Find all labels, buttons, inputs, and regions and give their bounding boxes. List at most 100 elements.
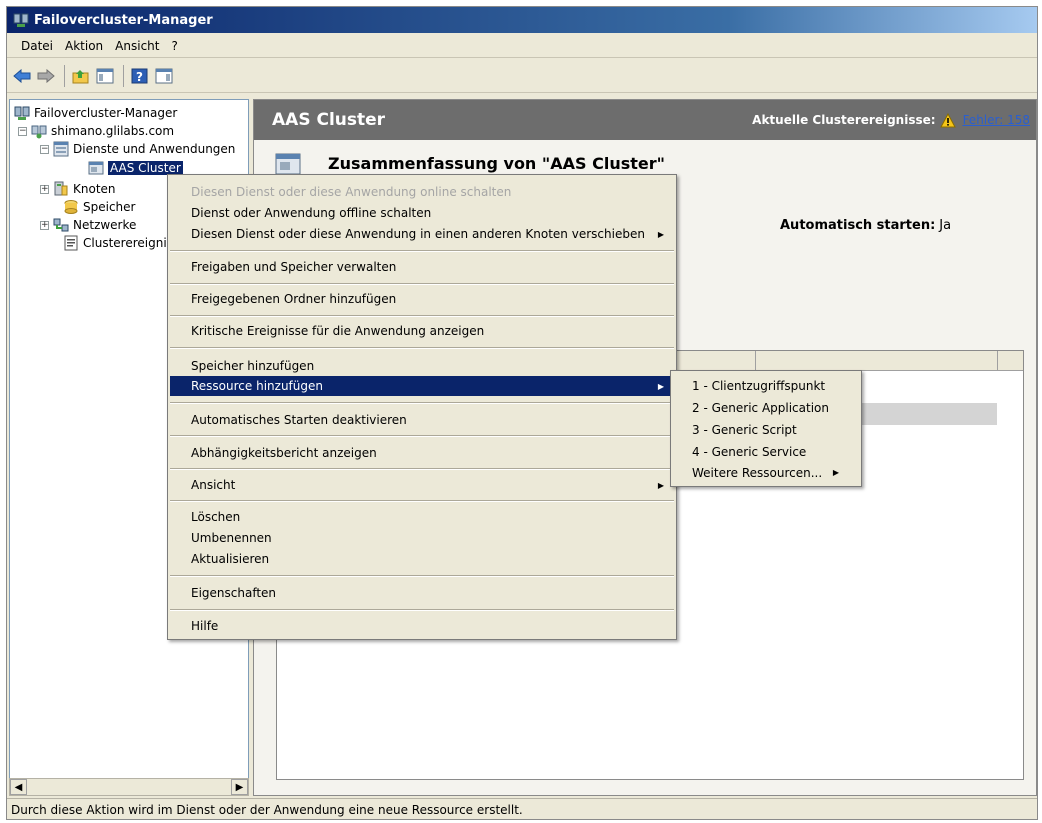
errors-link[interactable]: Fehler: 158 — [963, 113, 1030, 127]
menu-separator — [170, 435, 674, 437]
event-log-icon — [64, 235, 78, 251]
menu-item-label: Abhängigkeitsbericht anzeigen — [191, 446, 377, 460]
menu-item-label: Ansicht — [191, 478, 236, 492]
tree-label-selected: AAS Cluster — [108, 161, 183, 175]
submenu-item-label: 3 - Generic Script — [692, 422, 797, 437]
submenu-arrow-icon: ▶ — [657, 229, 664, 239]
menu-item-label: Freigegebenen Ordner hinzufügen — [191, 292, 397, 306]
events-label: Aktuelle Clusterereignisse: — [752, 113, 936, 127]
menu-item-label: Diesen Dienst oder diese Anwendung in ei… — [191, 227, 645, 241]
submenu-item-generic-service[interactable]: 4 - Generic Service — [673, 441, 859, 462]
action-pane-button[interactable] — [153, 65, 175, 87]
tree-horizontal-scrollbar[interactable]: ◀ ▶ — [9, 778, 249, 796]
menu-separator — [170, 609, 674, 611]
auto-start-label: Automatisch starten: — [780, 218, 936, 233]
menu-item-label: Löschen — [191, 510, 241, 524]
column-divider[interactable] — [755, 351, 756, 371]
menu-item-delete[interactable]: Löschen — [170, 507, 674, 527]
cluster-manager-icon — [14, 106, 30, 120]
tree-item-storage[interactable]: Speicher — [63, 198, 135, 216]
back-icon — [13, 68, 31, 83]
expand-icon[interactable]: + — [40, 220, 49, 230]
column-divider[interactable] — [997, 351, 998, 371]
context-menu: Diesen Dienst oder diese Anwendung onlin… — [167, 174, 677, 640]
menu-item-properties[interactable]: Eigenschaften — [170, 583, 674, 603]
menu-item-add-resource[interactable]: Ressource hinzufügen ▶ — [170, 376, 674, 396]
menu-item-disable-autostart[interactable]: Automatisches Starten deaktivieren — [170, 410, 674, 430]
collapse-icon[interactable]: − — [40, 144, 49, 154]
menu-separator — [170, 575, 674, 577]
help-button[interactable]: ? — [129, 65, 151, 87]
window-title: Failovercluster-Manager — [34, 12, 213, 28]
menu-item-label: Ressource hinzufügen — [191, 379, 323, 393]
menu-separator — [170, 468, 674, 470]
status-text: Durch diese Aktion wird im Dienst oder d… — [11, 802, 523, 817]
menu-item-take-offline[interactable]: Dienst oder Anwendung offline schalten — [170, 203, 674, 223]
arrow-left-icon: ◀ — [14, 781, 23, 793]
toolbar-separator — [64, 64, 65, 87]
menu-item-add-shared-folder[interactable]: Freigegebenen Ordner hinzufügen — [170, 289, 674, 309]
menu-separator — [170, 283, 674, 285]
menu-aktion[interactable]: Aktion — [59, 39, 109, 53]
tree-item-services[interactable]: − Dienste und Anwendungen — [40, 140, 235, 158]
content-title: AAS Cluster — [272, 110, 386, 130]
forward-button[interactable] — [35, 65, 57, 87]
collapse-icon[interactable]: − — [18, 126, 27, 136]
auto-start-value: Ja — [939, 218, 952, 233]
up-folder-button[interactable] — [70, 65, 92, 87]
submenu-item-client-access-point[interactable]: 1 - Clientzugriffspunkt — [673, 375, 859, 396]
scroll-left-button[interactable]: ◀ — [10, 779, 27, 795]
submenu-item-generic-script[interactable]: 3 - Generic Script — [673, 419, 859, 440]
network-icon — [53, 218, 69, 232]
menu-item-view[interactable]: Ansicht ▶ — [170, 475, 674, 495]
tree-item-root[interactable]: Failovercluster-Manager — [14, 104, 177, 122]
cluster-icon — [31, 125, 47, 139]
menu-datei[interactable]: Datei — [15, 39, 59, 53]
toolbar-separator — [123, 64, 124, 87]
menu-item-critical-events[interactable]: Kritische Ereignisse für die Anwendung a… — [170, 321, 674, 341]
menu-item-label: Diesen Dienst oder diese Anwendung onlin… — [191, 185, 512, 199]
menu-item-label: Eigenschaften — [191, 586, 277, 600]
tree-label: Dienste und Anwendungen — [73, 142, 236, 156]
tree-item-networks[interactable]: + Netzwerke — [40, 216, 136, 234]
forward-icon — [37, 68, 55, 83]
console-tree-icon — [96, 68, 114, 83]
menu-separator — [170, 347, 674, 349]
tree-label: Netzwerke — [73, 218, 137, 232]
submenu-item-more-resources[interactable]: Weitere Ressourcen... ▶ — [673, 462, 859, 483]
services-icon — [53, 141, 69, 157]
menu-item-label: Freigaben und Speicher verwalten — [191, 260, 397, 274]
toolbar: ? — [7, 59, 1037, 93]
submenu-arrow-icon: ▶ — [657, 381, 664, 391]
menu-bar: Datei Aktion Ansicht ? — [7, 34, 1037, 58]
tree-label: Failovercluster-Manager — [34, 106, 178, 120]
help-icon: ? — [131, 68, 148, 84]
summary-title: Zusammenfassung von "AAS Cluster" — [328, 154, 665, 173]
scroll-right-button[interactable]: ▶ — [231, 779, 248, 795]
title-bar[interactable]: Failovercluster-Manager — [7, 7, 1037, 33]
menu-help[interactable]: ? — [165, 39, 183, 53]
menu-item-rename[interactable]: Umbenennen — [170, 528, 674, 548]
back-button[interactable] — [11, 65, 33, 87]
up-folder-icon — [72, 69, 89, 83]
tree-item-cluster[interactable]: − shimano.glilabs.com — [18, 122, 174, 140]
menu-item-add-storage[interactable]: Speicher hinzufügen — [170, 356, 674, 376]
menu-item-manage-shares[interactable]: Freigaben und Speicher verwalten — [170, 257, 674, 277]
menu-separator — [170, 250, 674, 252]
menu-item-label: Dienst oder Anwendung offline schalten — [191, 206, 432, 220]
menu-item-label: Speicher hinzufügen — [191, 359, 315, 373]
warning-icon — [939, 112, 956, 127]
add-resource-submenu: 1 - Clientzugriffspunkt 2 - Generic Appl… — [670, 370, 862, 487]
menu-item-label: Umbenennen — [191, 531, 272, 545]
menu-item-refresh[interactable]: Aktualisieren — [170, 549, 674, 569]
tree-item-nodes[interactable]: + Knoten — [40, 180, 116, 198]
menu-item-help[interactable]: Hilfe — [170, 616, 674, 636]
submenu-arrow-icon: ▶ — [657, 480, 664, 490]
menu-ansicht[interactable]: Ansicht — [109, 39, 165, 53]
nodes-icon — [54, 181, 68, 196]
menu-item-move-to-node[interactable]: Diesen Dienst oder diese Anwendung in ei… — [170, 224, 674, 244]
menu-item-dependency-report[interactable]: Abhängigkeitsbericht anzeigen — [170, 443, 674, 463]
console-tree-button[interactable] — [94, 65, 116, 87]
expand-icon[interactable]: + — [40, 184, 49, 194]
submenu-item-generic-application[interactable]: 2 - Generic Application — [673, 397, 859, 418]
